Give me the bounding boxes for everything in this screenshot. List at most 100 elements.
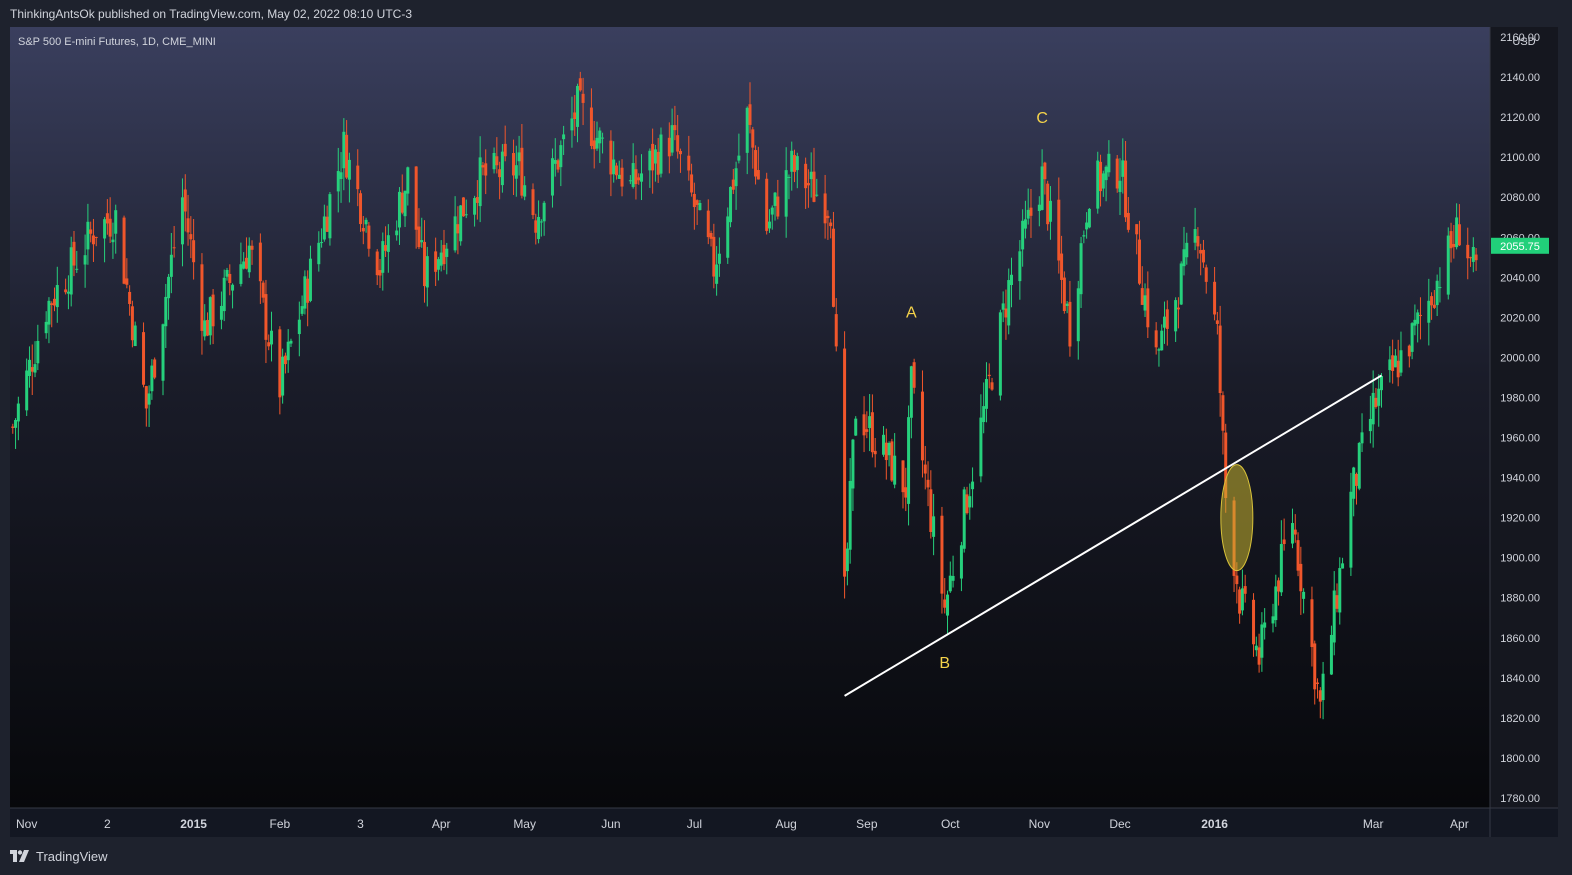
candle-body: [434, 251, 438, 272]
candle-body: [804, 163, 808, 189]
candle-body: [1240, 588, 1244, 611]
wave-label-a[interactable]: A: [906, 304, 917, 321]
candle-body: [1026, 209, 1030, 219]
candle-body: [929, 489, 933, 532]
candle-body: [1065, 303, 1069, 306]
candle-body: [965, 494, 969, 514]
candle-body: [1449, 231, 1453, 249]
candle-body: [1062, 277, 1066, 312]
candle-body: [375, 251, 379, 276]
candle-body: [687, 155, 691, 171]
x-tick-label: Dec: [1109, 817, 1130, 831]
candle-body: [1310, 599, 1314, 648]
candle-body: [1341, 563, 1345, 569]
candle-body: [189, 234, 193, 240]
candle-body: [500, 151, 504, 186]
y-tick-label: 1900.00: [1500, 553, 1540, 565]
candle-body: [1140, 288, 1144, 305]
candle-body: [1396, 360, 1400, 378]
candle-body: [503, 143, 507, 157]
candle-body: [1121, 160, 1125, 177]
candle-body: [698, 203, 702, 211]
candle-body: [1352, 467, 1356, 499]
candle-body: [1096, 160, 1100, 209]
candle-body: [1010, 274, 1014, 285]
candle-body: [281, 356, 285, 396]
candle-body: [345, 134, 349, 178]
candle-body: [784, 170, 788, 217]
candle-body: [823, 193, 827, 224]
candle-body: [592, 140, 596, 150]
candle-body: [453, 216, 457, 251]
candle-body: [55, 285, 59, 308]
candle-body: [1048, 200, 1052, 222]
candle-body: [414, 166, 418, 230]
candle-body: [1068, 301, 1072, 347]
candle-body: [1179, 263, 1183, 305]
candle-body: [356, 165, 360, 190]
candle-body: [27, 359, 31, 376]
highlight-ellipse[interactable]: [1220, 464, 1254, 572]
candle-body: [882, 434, 886, 455]
x-tick-label: Apr: [432, 817, 451, 831]
candle-body: [283, 355, 287, 365]
x-tick-label: Jul: [687, 817, 702, 831]
candle-body: [943, 599, 947, 608]
wave-label-b[interactable]: B: [939, 655, 950, 672]
candle-body: [1332, 590, 1336, 643]
currency-label: USD: [1512, 36, 1535, 48]
candle-body: [706, 210, 710, 238]
candle-body: [1374, 397, 1378, 408]
candle-body: [854, 418, 858, 436]
y-tick-label: 2140.00: [1500, 72, 1540, 84]
candle-body: [1457, 224, 1461, 246]
candle-body: [183, 189, 187, 212]
candle-body: [1335, 595, 1339, 609]
candle-body: [678, 150, 682, 155]
candle-body: [1082, 235, 1086, 237]
candle-body: [206, 319, 210, 336]
candle-body: [478, 157, 482, 207]
candle-body: [267, 342, 271, 347]
wave-label-c[interactable]: C: [1036, 110, 1048, 127]
candle-body: [64, 289, 68, 293]
candle-body: [1137, 239, 1141, 284]
candle-body: [514, 165, 518, 179]
candle-body: [1243, 586, 1247, 594]
candle-body: [128, 291, 132, 304]
candle-body: [884, 442, 888, 461]
candle-body: [244, 257, 248, 269]
candle-body: [534, 220, 538, 233]
candle-body: [912, 362, 916, 388]
candle-body: [1257, 647, 1261, 665]
candle-body: [1471, 247, 1475, 262]
candle-body: [1466, 244, 1470, 259]
candle-body: [11, 426, 15, 428]
candle-body: [968, 496, 972, 508]
candle-body: [940, 515, 944, 594]
candle-body: [748, 104, 752, 125]
candle-body: [576, 85, 580, 127]
candle-body: [790, 150, 794, 172]
candle-body: [962, 489, 966, 549]
candle-body: [726, 216, 730, 258]
candle-body: [122, 217, 126, 284]
candle-body: [1185, 242, 1189, 258]
candle-body: [570, 118, 574, 131]
price-scale-background[interactable]: [1490, 27, 1558, 808]
candle-body: [550, 158, 554, 196]
candle-body: [1271, 616, 1275, 624]
candle-body: [609, 140, 613, 175]
candle-body: [322, 216, 326, 240]
y-tick-label: 2040.00: [1500, 272, 1540, 284]
candle-body: [734, 168, 738, 187]
candle-body: [573, 112, 577, 120]
candle-body: [1357, 443, 1361, 489]
price-chart[interactable]: A B C 1780.00 1800.00 1820.00 1840.00 1860.00 1…: [10, 27, 1558, 837]
candle-body: [901, 460, 905, 493]
plot-background[interactable]: [10, 27, 1490, 808]
candle-body: [1165, 309, 1169, 329]
chart-frame[interactable]: A B C 1780.00 1800.00 1820.00 1840.00 1860.00 1…: [10, 27, 1558, 837]
candle-body: [1215, 320, 1219, 324]
candle-body: [347, 159, 351, 180]
